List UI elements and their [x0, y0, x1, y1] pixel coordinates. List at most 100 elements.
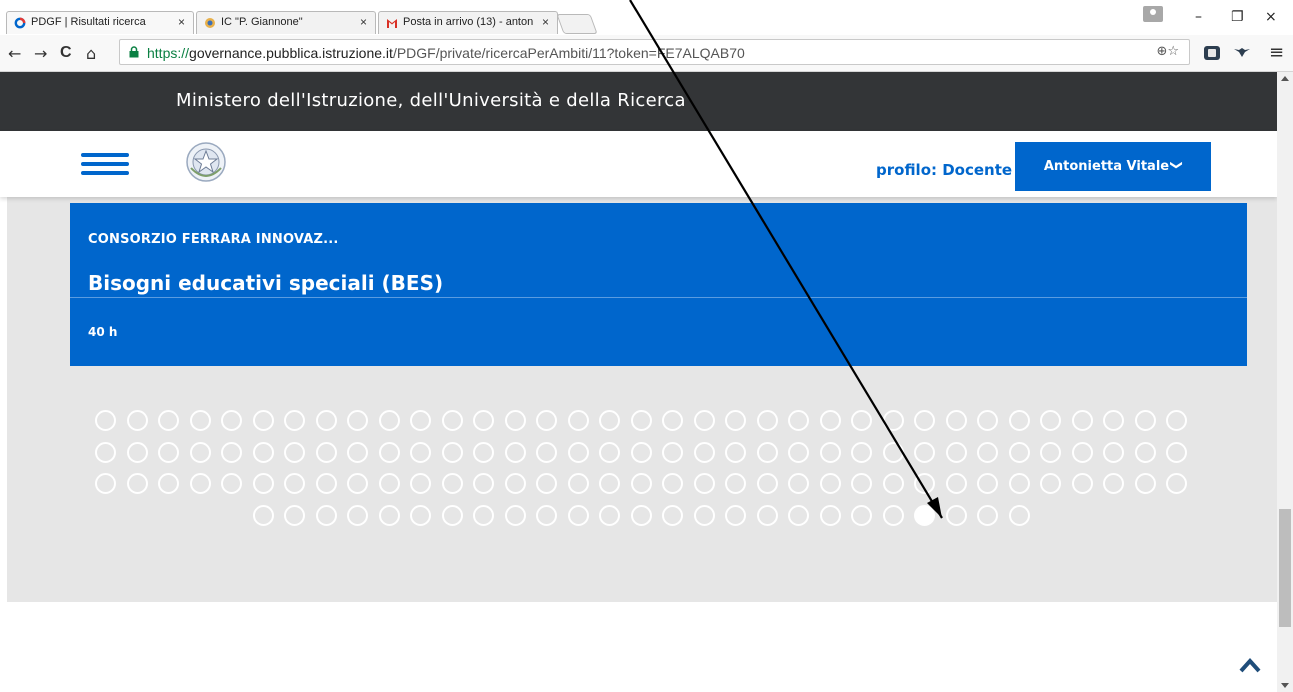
- pagination-dot[interactable]: [347, 441, 368, 463]
- pagination-dot[interactable]: [756, 441, 778, 463]
- pagination-dot[interactable]: [725, 441, 746, 463]
- pagination-dot[interactable]: [221, 473, 242, 494]
- back-to-top-icon[interactable]: [1239, 657, 1261, 673]
- pagination-dot[interactable]: [851, 504, 872, 526]
- pagination-dot[interactable]: [284, 441, 305, 463]
- pagination-dot[interactable]: [95, 441, 116, 463]
- home-icon[interactable]: ⌂: [86, 44, 96, 63]
- user-menu-button[interactable]: Antonietta Vitale❯: [1015, 142, 1211, 191]
- pagination-dot[interactable]: [1071, 441, 1093, 463]
- pagination-dot[interactable]: [882, 473, 904, 494]
- pagination-dot[interactable]: [315, 441, 337, 463]
- pagination-dot[interactable]: [1008, 410, 1030, 431]
- forward-icon[interactable]: →: [34, 44, 47, 63]
- page-scrollbar[interactable]: [1277, 72, 1293, 692]
- pagination-dot[interactable]: [441, 504, 463, 526]
- pagination-dot[interactable]: [819, 441, 841, 463]
- pagination-dot[interactable]: [725, 504, 746, 526]
- extension-square-icon[interactable]: [1203, 45, 1221, 61]
- pagination-dot[interactable]: [473, 473, 494, 494]
- pagination-dot[interactable]: [410, 473, 431, 494]
- pagination-dot[interactable]: [567, 504, 589, 526]
- zoom-star-icon[interactable]: ⊕☆: [1156, 44, 1179, 59]
- pagination-dot[interactable]: [882, 441, 904, 463]
- pagination-dot[interactable]: [1134, 441, 1156, 463]
- pagination-dot[interactable]: [1008, 504, 1030, 526]
- pagination-dot[interactable]: [252, 441, 274, 463]
- close-icon[interactable]: ×: [178, 15, 185, 29]
- pagination-dot[interactable]: [725, 410, 746, 431]
- pagination-dot[interactable]: [284, 504, 305, 526]
- pagination-dot[interactable]: [378, 410, 400, 431]
- scrollbar-thumb[interactable]: [1279, 509, 1291, 627]
- pagination-dot[interactable]: [126, 473, 148, 494]
- pagination-dot[interactable]: [914, 504, 935, 526]
- pagination-dot[interactable]: [630, 473, 652, 494]
- pagination-dot[interactable]: [473, 504, 494, 526]
- pagination-dot[interactable]: [599, 504, 620, 526]
- pagination-dot[interactable]: [599, 410, 620, 431]
- extension-bird-icon[interactable]: [1233, 45, 1251, 61]
- pagination-dot[interactable]: [473, 441, 494, 463]
- pagination-dot[interactable]: [1008, 473, 1030, 494]
- pagination-dot[interactable]: [315, 504, 337, 526]
- pagination-dot[interactable]: [1166, 473, 1187, 494]
- pagination-dot[interactable]: [252, 504, 274, 526]
- pagination-dot[interactable]: [158, 410, 179, 431]
- pagination-dot[interactable]: [788, 473, 809, 494]
- pagination-dot[interactable]: [1166, 410, 1187, 431]
- pagination-dot[interactable]: [158, 441, 179, 463]
- address-bar[interactable]: https://governance.pubblica.istruzione.i…: [119, 39, 1190, 65]
- pagination-dot[interactable]: [504, 504, 526, 526]
- pagination-dot[interactable]: [882, 504, 904, 526]
- pagination-dot[interactable]: [788, 441, 809, 463]
- pagination-dot[interactable]: [347, 504, 368, 526]
- pagination-dot[interactable]: [536, 504, 557, 526]
- pagination-dot[interactable]: [1040, 410, 1061, 431]
- pagination-dot[interactable]: [347, 410, 368, 431]
- pagination-dot[interactable]: [95, 473, 116, 494]
- pagination-dot[interactable]: [977, 473, 998, 494]
- pagination-dot[interactable]: [1071, 473, 1093, 494]
- pagination-dot[interactable]: [1134, 473, 1156, 494]
- pagination-dot[interactable]: [473, 410, 494, 431]
- pagination-dot[interactable]: [662, 410, 683, 431]
- pagination-dot[interactable]: [410, 504, 431, 526]
- pagination-dot[interactable]: [441, 441, 463, 463]
- pagination-dot[interactable]: [252, 473, 274, 494]
- pagination-dot[interactable]: [126, 410, 148, 431]
- pagination-dot[interactable]: [1071, 410, 1093, 431]
- pagination-dot[interactable]: [599, 441, 620, 463]
- pagination-dot[interactable]: [662, 504, 683, 526]
- pagination-dot[interactable]: [693, 504, 715, 526]
- pagination-dot[interactable]: [945, 504, 967, 526]
- pagination-dot[interactable]: [536, 441, 557, 463]
- pagination-dot[interactable]: [914, 410, 935, 431]
- scroll-up-icon[interactable]: [1281, 76, 1289, 81]
- pagination-dot[interactable]: [851, 410, 872, 431]
- pagination-dot[interactable]: [725, 473, 746, 494]
- pagination-dot[interactable]: [284, 473, 305, 494]
- pagination-dot[interactable]: [1040, 441, 1061, 463]
- tab-pdgf[interactable]: PDGF | Risultati ricerca ×: [6, 11, 194, 34]
- reload-icon[interactable]: C: [60, 44, 72, 62]
- pagination-dot[interactable]: [410, 441, 431, 463]
- pagination-dot[interactable]: [158, 473, 179, 494]
- restore-icon[interactable]: ❐: [1231, 9, 1244, 25]
- pagination-dot[interactable]: [788, 410, 809, 431]
- tab-school[interactable]: IC "P. Giannone" ×: [196, 11, 376, 34]
- pagination-dot[interactable]: [536, 410, 557, 431]
- pagination-dot[interactable]: [1008, 441, 1030, 463]
- pagination-dot[interactable]: [221, 441, 242, 463]
- pagination-dot[interactable]: [977, 441, 998, 463]
- course-title[interactable]: Bisogni educativi speciali (BES): [88, 271, 443, 295]
- course-card[interactable]: CONSORZIO FERRARA INNOVAZ... Bisogni edu…: [70, 203, 1247, 366]
- pagination-dot[interactable]: [788, 504, 809, 526]
- pagination-dot[interactable]: [945, 441, 967, 463]
- scroll-down-icon[interactable]: [1281, 683, 1289, 688]
- pagination-dot[interactable]: [945, 410, 967, 431]
- pagination-dot[interactable]: [693, 473, 715, 494]
- pagination-dot[interactable]: [1134, 410, 1156, 431]
- pagination-dot[interactable]: [819, 473, 841, 494]
- pagination-dot[interactable]: [441, 410, 463, 431]
